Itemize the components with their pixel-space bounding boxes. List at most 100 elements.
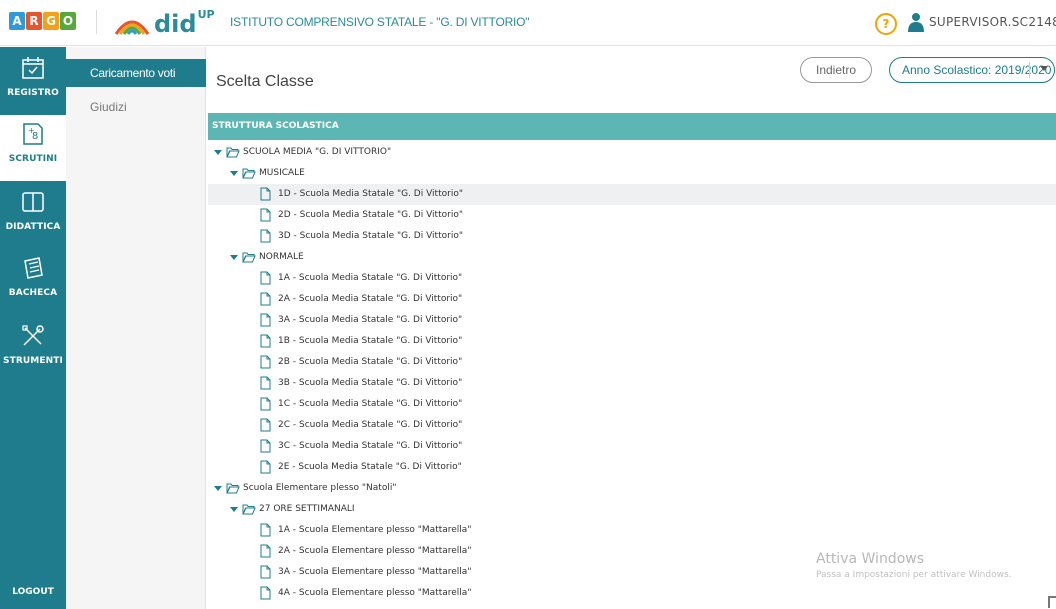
argo-logo-letter: R bbox=[26, 12, 42, 30]
expand-caret-icon[interactable] bbox=[214, 150, 222, 155]
main-panel: Scelta Classe Indietro Anno Scolastico: … bbox=[206, 47, 1056, 609]
tree-folder-row[interactable]: Scuola Elementare plesso "Natoli" bbox=[208, 478, 1056, 499]
tree-folder-row[interactable]: 27 ORE SETTIMANALI bbox=[208, 499, 1056, 520]
document-icon bbox=[260, 187, 271, 201]
school-year-select[interactable]: Anno Scolastico: 2019/2020 bbox=[889, 57, 1055, 83]
tree-class-row[interactable]: 2B - Scuola Media Statale "G. Di Vittori… bbox=[208, 352, 1056, 373]
tree-class-row[interactable]: 1B - Scuola Media Statale "G. Di Vittori… bbox=[208, 331, 1056, 352]
expand-caret-icon[interactable] bbox=[230, 507, 238, 512]
didup-logo[interactable]: did UP bbox=[114, 8, 215, 36]
document-icon bbox=[260, 208, 271, 222]
argo-logo-letter: G bbox=[43, 12, 59, 30]
tree-node-label: 2A - Scuola Elementare plesso "Mattarell… bbox=[278, 546, 472, 556]
sidebar-item-label: BACHECA bbox=[8, 288, 58, 298]
tree-node-label: 27 ORE SETTIMANALI bbox=[259, 504, 355, 514]
folder-open-icon bbox=[242, 252, 256, 263]
sidebar-item-label: STRUMENTI bbox=[3, 356, 63, 366]
tree-class-row[interactable]: 2C - Scuola Media Statale "G. Di Vittori… bbox=[208, 415, 1056, 436]
tree-node-label: 2C - Scuola Media Statale "G. Di Vittori… bbox=[278, 420, 463, 430]
tree-class-row[interactable]: 2E - Scuola Media Statale "G. Di Vittori… bbox=[208, 457, 1056, 478]
svg-text:8: 8 bbox=[32, 131, 38, 142]
user-icon[interactable] bbox=[908, 12, 924, 32]
submenu-panel: Caricamento voti Giudizi bbox=[66, 47, 206, 609]
logout-button[interactable]: LOGOUT bbox=[0, 587, 66, 597]
calendar-check-icon bbox=[22, 57, 44, 79]
tree-node-label: 3C - Scuola Media Statale "G. Di Vittori… bbox=[278, 441, 463, 451]
tree-class-row[interactable]: 4A - Scuola Elementare plesso "Mattarell… bbox=[208, 583, 1056, 604]
tree-header: STRUTTURA SCOLASTICA bbox=[208, 113, 1056, 140]
sidebar-item-registro[interactable]: REGISTRO bbox=[0, 55, 66, 113]
sidebar-item-scrutini[interactable]: + 8 SCRUTINI bbox=[0, 115, 66, 181]
argo-logo-letter: A bbox=[9, 12, 25, 30]
school-name: ISTITUTO COMPRENSIVO STATALE - "G. DI VI… bbox=[230, 15, 530, 29]
tools-icon bbox=[22, 325, 44, 346]
tree-node-label: 3A - Scuola Elementare plesso "Mattarell… bbox=[278, 567, 472, 577]
tree-class-row[interactable]: 2D - Scuola Media Statale "G. Di Vittori… bbox=[208, 205, 1056, 226]
submenu-item-giudizi[interactable]: Giudizi bbox=[66, 93, 206, 121]
tree-node-label: 2A - Scuola Media Statale "G. Di Vittori… bbox=[278, 294, 463, 304]
document-icon bbox=[260, 523, 271, 537]
tree-node-label: 2E - Scuola Media Statale "G. Di Vittori… bbox=[278, 462, 462, 472]
tree-class-row[interactable]: 3C - Scuola Media Statale "G. Di Vittori… bbox=[208, 436, 1056, 457]
back-button[interactable]: Indietro bbox=[800, 57, 872, 83]
tree-node-label: SCUOLA MEDIA "G. DI VITTORIO" bbox=[243, 147, 392, 157]
document-icon bbox=[260, 376, 271, 390]
tree-class-row[interactable]: 3B - Scuola Media Statale "G. Di Vittori… bbox=[208, 373, 1056, 394]
folder-open-icon bbox=[242, 168, 256, 179]
tree-node-label: MUSICALE bbox=[259, 168, 305, 178]
page-title: Scelta Classe bbox=[216, 73, 314, 90]
document-icon bbox=[260, 334, 271, 348]
user-name[interactable]: SUPERVISOR.SC21489 bbox=[929, 15, 1056, 29]
sidebar-item-label: SCRUTINI bbox=[8, 154, 58, 164]
windows-activation-subtitle: Passa a Impostazioni per attivare Window… bbox=[816, 570, 1012, 580]
tree-class-row[interactable]: 1C - Scuola Media Statale "G. Di Vittori… bbox=[208, 394, 1056, 415]
tree-class-row[interactable]: 1A - Scuola Media Statale "G. Di Vittori… bbox=[208, 268, 1056, 289]
folder-open-icon bbox=[226, 147, 240, 158]
tree-node-label: 1C - Scuola Media Statale "G. Di Vittori… bbox=[278, 399, 463, 409]
tree-class-row[interactable]: 3A - Scuola Media Statale "G. Di Vittori… bbox=[208, 310, 1056, 331]
tree-class-row[interactable]: 3D - Scuola Media Statale "G. Di Vittori… bbox=[208, 226, 1056, 247]
sidebar-item-label: DIDATTICA bbox=[5, 222, 61, 232]
sidebar-item-didattica[interactable]: DIDATTICA bbox=[0, 189, 66, 247]
sidebar-item-bacheca[interactable]: BACHECA bbox=[0, 255, 66, 313]
select-separator bbox=[1029, 62, 1030, 78]
sidebar-item-strumenti[interactable]: STRUMENTI bbox=[0, 323, 66, 381]
tree-node-label: NORMALE bbox=[259, 252, 304, 262]
tree-folder-row[interactable]: NORMALE bbox=[208, 247, 1056, 268]
resize-corner-icon bbox=[1048, 596, 1056, 608]
document-icon bbox=[260, 355, 271, 369]
tree-class-row[interactable]: 1D - Scuola Media Statale "G. Di Vittori… bbox=[208, 184, 1056, 205]
expand-caret-icon[interactable] bbox=[214, 486, 222, 491]
tree-node-label: 3D - Scuola Media Statale "G. Di Vittori… bbox=[278, 231, 463, 241]
tree-folder-row[interactable]: SCUOLA MEDIA "G. DI VITTORIO" bbox=[208, 142, 1056, 163]
help-icon[interactable]: ? bbox=[875, 13, 897, 35]
chevron-down-icon bbox=[1040, 66, 1048, 71]
document-icon bbox=[260, 418, 271, 432]
windows-activation-title: Attiva Windows bbox=[816, 551, 925, 567]
folder-open-icon bbox=[242, 504, 256, 515]
tree-class-row[interactable]: 2A - Scuola Media Statale "G. Di Vittori… bbox=[208, 289, 1056, 310]
tree-folder-row[interactable]: MUSICALE bbox=[208, 163, 1056, 184]
document-icon bbox=[260, 544, 271, 558]
document-icon bbox=[260, 271, 271, 285]
main-sidebar: REGISTRO + 8 SCRUTINI DIDATTICA BACHECA bbox=[0, 47, 66, 609]
document-icon bbox=[260, 313, 271, 327]
rainbow-arcs-icon bbox=[114, 20, 150, 35]
document-icon bbox=[260, 229, 271, 243]
tree-node-label: 1D - Scuola Media Statale "G. Di Vittori… bbox=[278, 189, 463, 199]
top-bar: A R G O did UP ISTITUTO COMPRENSIVO STAT… bbox=[0, 0, 1056, 46]
document-icon bbox=[260, 397, 271, 411]
tree-node-label: 4A - Scuola Elementare plesso "Mattarell… bbox=[278, 588, 472, 598]
submenu-item-caricamento-voti[interactable]: Caricamento voti bbox=[66, 59, 206, 87]
didup-sup: UP bbox=[197, 8, 215, 21]
grade-plus-icon: + 8 bbox=[23, 123, 43, 145]
tree-node-label: 1B - Scuola Media Statale "G. Di Vittori… bbox=[278, 336, 463, 346]
expand-caret-icon[interactable] bbox=[230, 171, 238, 176]
notice-board-icon bbox=[24, 257, 43, 279]
sidebar-item-label: REGISTRO bbox=[7, 88, 59, 98]
argo-logo[interactable]: A R G O bbox=[9, 12, 76, 30]
tree-class-row[interactable]: 2A - Scuola Elementare plesso "Mattarell… bbox=[208, 541, 1056, 562]
expand-caret-icon[interactable] bbox=[230, 255, 238, 260]
tree-node-label: 3A - Scuola Media Statale "G. Di Vittori… bbox=[278, 315, 463, 325]
tree-class-row[interactable]: 1A - Scuola Elementare plesso "Mattarell… bbox=[208, 520, 1056, 541]
